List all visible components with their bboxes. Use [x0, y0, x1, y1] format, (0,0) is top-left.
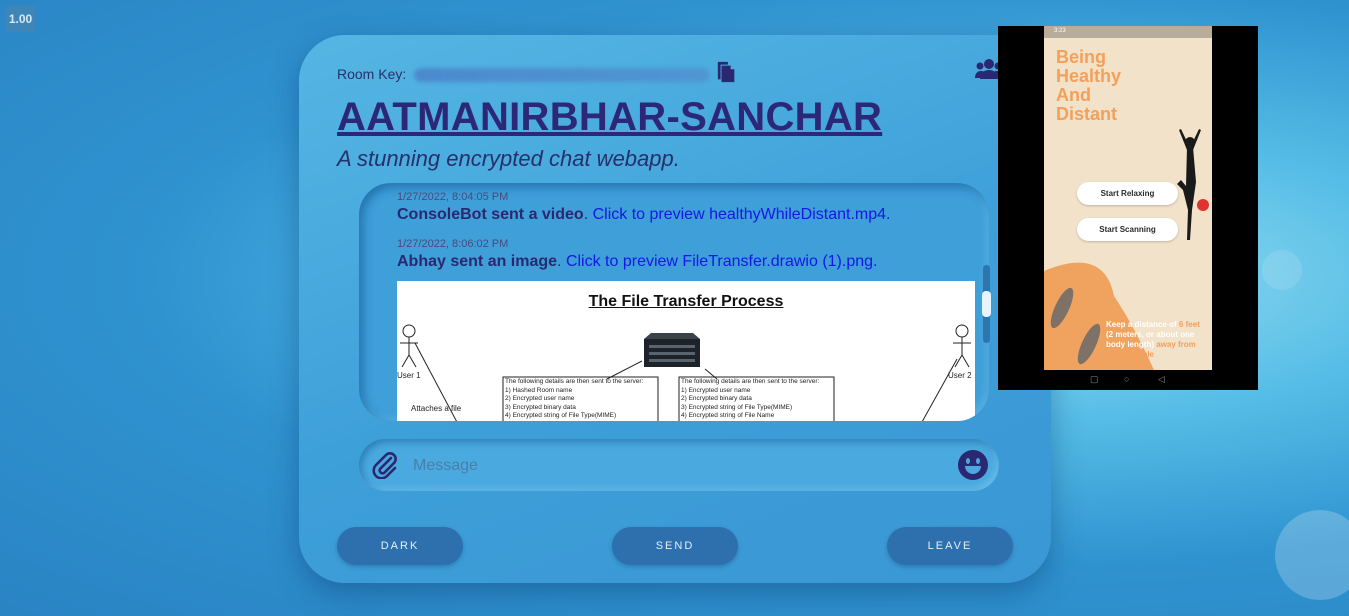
scrollbar-thumb[interactable] — [982, 291, 991, 317]
chat-messages[interactable]: 1/27/2022, 8:04:05 PM ConsoleBot sent a … — [359, 183, 989, 421]
note-text: Keep a distance of — [1106, 320, 1179, 329]
note-highlight: 6 feet — [1178, 320, 1200, 329]
server-details-line: The following details are then sent to t… — [681, 378, 820, 385]
server-details-line: 1) Hashed Room name — [505, 386, 573, 394]
room-key: Room Key: — [337, 66, 711, 83]
image-preview-link[interactable]: Click to preview FileTransfer.drawio (1)… — [566, 253, 878, 270]
server-details-line: 1) Encrypted user name — [681, 386, 751, 394]
emoji-icon[interactable] — [957, 449, 989, 481]
start-scanning-button: Start Scanning — [1077, 218, 1178, 241]
dark-mode-button[interactable]: DARK — [337, 527, 463, 565]
user1-label: User 1 — [397, 371, 421, 380]
copy-icon[interactable] — [716, 61, 738, 83]
message-timestamp: 1/27/2022, 8:06:02 PM — [397, 238, 509, 250]
server-icon — [644, 333, 700, 367]
chat-message: 1/27/2022, 8:06:02 PM Abhay sent an imag… — [397, 238, 975, 271]
video-preview-link[interactable]: Click to preview healthyWhileDistant.mp4… — [593, 206, 891, 223]
attaches-label: Attaches a file — [411, 404, 462, 413]
server-details-line: 3) Encrypted binary data — [505, 403, 576, 411]
attach-file-icon[interactable] — [371, 451, 399, 479]
user2-label: User 2 — [948, 371, 972, 380]
start-relaxing-button: Start Relaxing — [1077, 182, 1178, 205]
chat-scrollbar[interactable] — [982, 265, 991, 343]
room-key-label: Room Key: — [337, 66, 407, 82]
server-details-box-2: The following details are then sent to t… — [681, 378, 833, 421]
background-bubble — [1262, 250, 1302, 290]
server-details-line: 4) Encrypted string of File Type(MIME) — [505, 412, 617, 419]
server-details-line: 2) Encrypted binary data — [681, 395, 752, 402]
server-details-line: 3) Encrypted string of File Type(MIME) — [681, 403, 793, 411]
chat-message: 1/27/2022, 8:04:05 PM ConsoleBot sent a … — [397, 191, 975, 224]
phone-nav-bar: ▢ ○ ◁ — [1044, 372, 1212, 388]
message-input[interactable] — [411, 449, 935, 483]
message-sender: ConsoleBot sent a video — [397, 206, 584, 223]
video-frame: 3:23 Being Healthy And Distant Start Rel… — [1044, 26, 1212, 370]
server-details-line: 5) Message HMAC — [681, 421, 833, 422]
server-details-line: 4) Encrypted string of File Name — [681, 412, 775, 419]
image-preview[interactable]: The File Transfer Process User 1 User 2 … — [397, 281, 975, 421]
zoom-badge: 1.00 — [6, 5, 35, 32]
page-title: AATMANIRBHAR-SANCHAR — [337, 95, 883, 139]
chat-card: Room Key: AATMANIRBHAR-SANCHAR A stunnin… — [299, 35, 1051, 583]
background-bubble — [1275, 510, 1349, 600]
server-details-line: The following details are then sent to t… — [505, 378, 644, 385]
server-details-box-1: The following details are then sent to t… — [505, 378, 657, 421]
server-details-line: 2) Encrypted user name — [505, 395, 575, 402]
recents-nav-icon: ▢ — [1090, 374, 1099, 384]
room-key-value-blurred — [414, 68, 711, 83]
back-nav-icon: ◁ — [1158, 374, 1165, 384]
home-nav-icon: ○ — [1124, 374, 1130, 384]
page-subtitle: A stunning encrypted chat webapp. — [337, 146, 680, 171]
video-preview-window[interactable]: 3:23 Being Healthy And Distant Start Rel… — [998, 26, 1258, 390]
leave-button[interactable]: LEAVE — [887, 527, 1013, 565]
server-details-line: 5) Encrypted string of File Name — [505, 421, 657, 422]
send-button[interactable]: SEND — [612, 527, 738, 565]
message-sender: Abhay sent an image — [397, 253, 558, 270]
message-composer — [359, 439, 999, 491]
distance-note: Keep a distance of 6 feet (2 meters, or … — [1106, 320, 1206, 360]
message-timestamp: 1/27/2022, 8:04:05 PM — [397, 191, 509, 203]
